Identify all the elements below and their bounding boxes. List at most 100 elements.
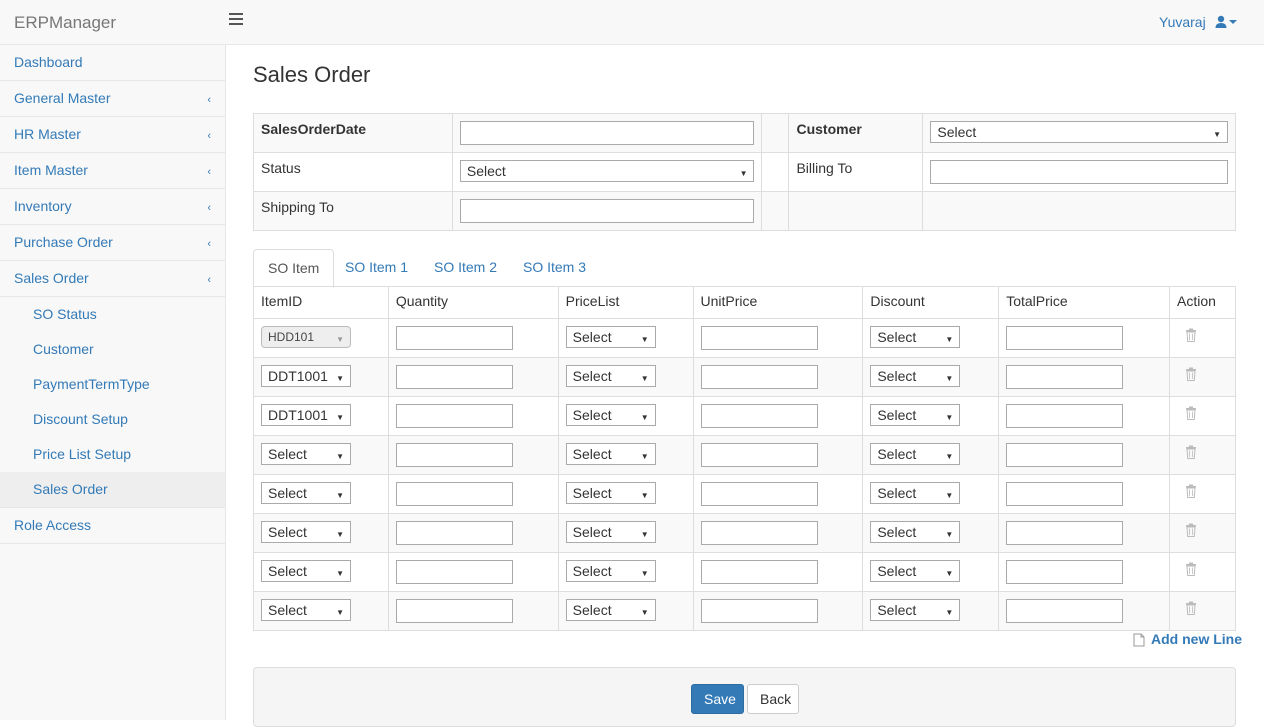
discount-select[interactable]: Select ▼ bbox=[870, 482, 961, 504]
sidebar-item-role-access[interactable]: Role Access bbox=[0, 508, 225, 544]
item-id-select[interactable]: DDT1001 ▼ bbox=[261, 404, 351, 426]
total-price-input[interactable] bbox=[1006, 404, 1124, 428]
app-brand[interactable]: ERPManager bbox=[14, 13, 116, 33]
pricelist-select[interactable]: Select ▼ bbox=[565, 404, 656, 426]
chevron-down-icon: ▼ bbox=[1213, 130, 1221, 139]
trash-icon[interactable] bbox=[1185, 445, 1197, 459]
item-id-select[interactable]: DDT1001 ▼ bbox=[261, 365, 351, 387]
pricelist-select-value: Select bbox=[572, 446, 612, 462]
trash-icon[interactable] bbox=[1185, 562, 1197, 576]
discount-select[interactable]: Select ▼ bbox=[870, 560, 961, 582]
cell-item-id: DDT1001 ▼ bbox=[253, 357, 389, 397]
spacer-cell bbox=[761, 113, 790, 153]
quantity-input[interactable] bbox=[395, 443, 513, 467]
sidebar-item-item-master[interactable]: Item Master ‹ bbox=[0, 153, 225, 189]
item-id-select[interactable]: Select ▼ bbox=[261, 482, 351, 504]
sidebar-item-purchase-order[interactable]: Purchase Order ‹ bbox=[0, 225, 225, 261]
item-id-select-value: Select bbox=[268, 446, 307, 462]
sidebar-item-hr-master[interactable]: HR Master ‹ bbox=[0, 117, 225, 153]
cell-quantity bbox=[387, 552, 559, 592]
trash-icon[interactable] bbox=[1185, 328, 1197, 342]
user-dropdown-icon[interactable] bbox=[1215, 14, 1239, 30]
discount-select[interactable]: Select ▼ bbox=[870, 326, 961, 348]
customer-select[interactable]: Select ▼ bbox=[930, 121, 1228, 143]
tab-so-item-3[interactable]: SO Item 3 bbox=[509, 249, 600, 287]
total-price-input[interactable] bbox=[1006, 482, 1124, 506]
unit-price-input[interactable] bbox=[700, 404, 818, 428]
quantity-input[interactable] bbox=[395, 365, 513, 389]
sidebar-item-dashboard[interactable]: Dashboard bbox=[0, 45, 225, 81]
total-price-input[interactable] bbox=[1006, 443, 1124, 467]
chevron-down-icon: ▼ bbox=[739, 169, 748, 178]
tab-so-item-2[interactable]: SO Item 2 bbox=[420, 249, 511, 287]
cell-action bbox=[1169, 552, 1236, 592]
pricelist-select[interactable]: Select ▼ bbox=[565, 326, 656, 348]
back-button[interactable]: Back bbox=[747, 684, 799, 714]
pricelist-select[interactable]: Select ▼ bbox=[565, 365, 656, 387]
discount-select[interactable]: Select ▼ bbox=[870, 365, 961, 387]
pricelist-select[interactable]: Select ▼ bbox=[565, 443, 656, 465]
sidebar-item-label: Dashboard bbox=[14, 54, 83, 70]
sidebar-item-general-master[interactable]: General Master ‹ bbox=[0, 81, 225, 117]
tab-so-item-1[interactable]: SO Item 1 bbox=[331, 249, 422, 287]
item-id-select[interactable]: Select ▼ bbox=[261, 443, 351, 465]
status-select-value: Select bbox=[466, 163, 506, 179]
sidebar-subitem-so-status[interactable]: SO Status bbox=[0, 297, 225, 332]
pricelist-select[interactable]: Select ▼ bbox=[565, 560, 656, 582]
cell-total-price bbox=[998, 591, 1170, 631]
save-button[interactable]: Save bbox=[691, 684, 744, 714]
pricelist-select[interactable]: Select ▼ bbox=[565, 599, 656, 621]
chevron-left-icon: ‹ bbox=[207, 238, 211, 250]
unit-price-input[interactable] bbox=[700, 560, 818, 584]
shipping-to-input[interactable] bbox=[459, 199, 755, 223]
total-price-input[interactable] bbox=[1006, 560, 1124, 584]
status-select[interactable]: Select ▼ bbox=[459, 160, 755, 182]
table-row: Select ▼ Select ▼ Select ▼ bbox=[253, 513, 1236, 553]
item-id-select[interactable]: Select ▼ bbox=[261, 599, 351, 621]
unit-price-input[interactable] bbox=[700, 599, 818, 623]
sidebar-item-sales-order[interactable]: Sales Order ‹ bbox=[0, 261, 225, 297]
trash-icon[interactable] bbox=[1185, 523, 1197, 537]
sidebar-subitem-paymenttermtype[interactable]: PaymentTermType bbox=[0, 367, 225, 402]
total-price-input[interactable] bbox=[1006, 326, 1124, 350]
unit-price-input[interactable] bbox=[700, 482, 818, 506]
sidebar-subitem-price-list-setup[interactable]: Price List Setup bbox=[0, 437, 225, 472]
quantity-input[interactable] bbox=[395, 404, 513, 428]
trash-icon[interactable] bbox=[1185, 367, 1197, 381]
sidebar-subitem-discount-setup[interactable]: Discount Setup bbox=[0, 402, 225, 437]
unit-price-input[interactable] bbox=[700, 521, 818, 545]
user-name[interactable]: Yuvaraj bbox=[1159, 14, 1206, 30]
discount-select[interactable]: Select ▼ bbox=[870, 404, 961, 426]
sidebar-item-inventory[interactable]: Inventory ‹ bbox=[0, 189, 225, 225]
menu-toggle-icon[interactable] bbox=[229, 13, 243, 27]
trash-icon[interactable] bbox=[1185, 484, 1197, 498]
trash-icon[interactable] bbox=[1185, 406, 1197, 420]
total-price-input[interactable] bbox=[1006, 521, 1124, 545]
quantity-input[interactable] bbox=[395, 560, 513, 584]
discount-select[interactable]: Select ▼ bbox=[870, 599, 961, 621]
page-title: Sales Order bbox=[253, 62, 371, 87]
item-id-select[interactable]: Select ▼ bbox=[261, 521, 351, 543]
pricelist-select[interactable]: Select ▼ bbox=[565, 482, 656, 504]
billing-to-input[interactable] bbox=[930, 160, 1228, 184]
trash-icon[interactable] bbox=[1185, 601, 1197, 615]
quantity-input[interactable] bbox=[395, 326, 513, 350]
total-price-input[interactable] bbox=[1006, 365, 1124, 389]
quantity-input[interactable] bbox=[395, 521, 513, 545]
quantity-input[interactable] bbox=[395, 599, 513, 623]
discount-select[interactable]: Select ▼ bbox=[870, 521, 961, 543]
cell-total-price bbox=[998, 357, 1170, 397]
total-price-input[interactable] bbox=[1006, 599, 1124, 623]
unit-price-input[interactable] bbox=[700, 365, 818, 389]
tab-so-item[interactable]: SO Item bbox=[253, 249, 335, 288]
sidebar-subitem-sales-order[interactable]: Sales Order bbox=[0, 472, 225, 507]
sales-order-date-input[interactable] bbox=[459, 121, 755, 145]
discount-select[interactable]: Select ▼ bbox=[870, 443, 961, 465]
item-id-select[interactable]: Select ▼ bbox=[261, 560, 351, 582]
pricelist-select[interactable]: Select ▼ bbox=[565, 521, 656, 543]
quantity-input[interactable] bbox=[395, 482, 513, 506]
chevron-down-icon: ▼ bbox=[945, 608, 954, 617]
unit-price-input[interactable] bbox=[700, 326, 818, 350]
sidebar-subitem-customer[interactable]: Customer bbox=[0, 332, 225, 367]
unit-price-input[interactable] bbox=[700, 443, 818, 467]
